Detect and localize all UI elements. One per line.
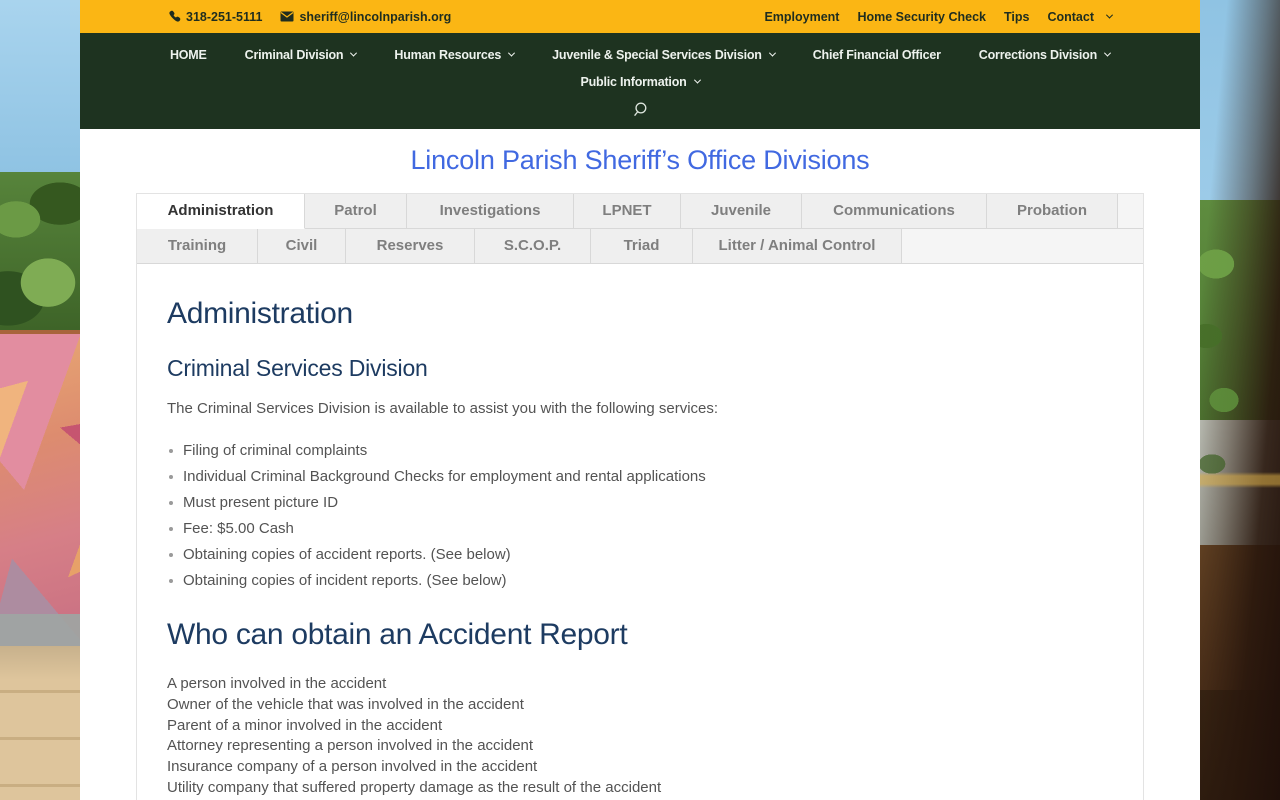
eligibility-line: Insurance company of a person involved i… <box>167 758 538 776</box>
tabs-filler <box>1118 194 1143 229</box>
photo-trees <box>0 172 80 330</box>
tab-scop[interactable]: S.C.O.P. <box>475 229 591 264</box>
photo-mural-wall <box>0 330 80 646</box>
nav-item-public-information[interactable]: Public Information <box>580 74 701 89</box>
service-item: Individual Criminal Background Checks fo… <box>167 464 1113 490</box>
accident-eligibility-list: A person involved in the accident Owner … <box>167 674 1113 800</box>
chevron-down-icon <box>693 76 701 84</box>
section-heading-administration: Administration <box>167 297 353 330</box>
nav-item-corrections-division[interactable]: Corrections Division <box>978 47 1112 62</box>
tab-lpnet[interactable]: LPNET <box>574 194 681 229</box>
section-subheading-criminal-services: Criminal Services Division <box>167 355 428 381</box>
nav-row-primary: HOME Criminal Division Human Resources J… <box>80 41 1200 68</box>
tabs-row-2: Training Civil Reserves S.C.O.P. Triad L… <box>137 229 1143 264</box>
nav-item-chief-financial-officer[interactable]: Chief Financial Officer <box>813 48 941 62</box>
eligibility-line: Parent of a minor involved in the accide… <box>167 716 443 734</box>
eligibility-line: Owner of the vehicle that was involved i… <box>167 695 524 713</box>
nav-item-label: Juvenile & Special Services Division <box>552 47 762 62</box>
nav-row-secondary: Public Information <box>80 68 1200 95</box>
nav-item-home[interactable]: HOME <box>170 48 207 62</box>
email-icon <box>280 11 294 22</box>
email-address: sheriff@lincolnparish.org <box>299 9 452 24</box>
eligibility-line: Attorney representing a person involved … <box>167 737 534 755</box>
tab-investigations[interactable]: Investigations <box>407 194 574 229</box>
tab-content-administration: Administration Criminal Services Divisio… <box>137 264 1143 800</box>
chevron-down-icon <box>768 49 776 57</box>
divisions-panel: Administration Patrol Investigations LPN… <box>136 193 1144 800</box>
tab-training[interactable]: Training <box>137 229 258 264</box>
service-item: Must present picture ID <box>167 490 1113 516</box>
topbar-link-home-security-check[interactable]: Home Security Check <box>857 10 986 24</box>
tab-juvenile[interactable]: Juvenile <box>681 194 802 229</box>
phone-number: 318-251-5111 <box>186 9 263 24</box>
nav-item-label: Human Resources <box>394 47 502 62</box>
service-item: Filing of criminal complaints <box>167 438 1113 464</box>
nav-item-label: Criminal Division <box>244 47 344 62</box>
contact-info-group: 318-251-5111 sheriff@lincolnparish.org <box>168 10 451 24</box>
page-title: Lincoln Parish Sheriff’s Office Division… <box>410 145 870 175</box>
topbar-link-tips[interactable]: Tips <box>1004 10 1029 24</box>
topbar-link-contact-label: Contact <box>1047 9 1094 24</box>
intro-paragraph: The Criminal Services Division is availa… <box>167 400 719 417</box>
topbar-link-contact[interactable]: Contact <box>1047 9 1114 24</box>
tab-civil[interactable]: Civil <box>258 229 346 264</box>
email-link[interactable]: sheriff@lincolnparish.org <box>280 10 451 24</box>
service-item: Fee: $5.00 Cash <box>167 516 1113 542</box>
tabs-row-1: Administration Patrol Investigations LPN… <box>137 194 1143 229</box>
main-navigation: HOME Criminal Division Human Resources J… <box>80 33 1200 129</box>
background-photo-right <box>1200 0 1280 800</box>
nav-item-label: Public Information <box>580 74 687 89</box>
top-bar: 318-251-5111 sheriff@lincolnparish.org E… <box>80 0 1200 33</box>
chevron-down-icon <box>508 49 516 57</box>
tab-patrol[interactable]: Patrol <box>305 194 407 229</box>
phone-icon <box>169 10 181 22</box>
chevron-down-icon <box>1104 49 1112 57</box>
eligibility-line: A person involved in the accident <box>167 675 387 692</box>
nav-item-label: Corrections Division <box>978 47 1098 62</box>
photo-sky <box>0 0 80 172</box>
tab-triad[interactable]: Triad <box>591 229 693 264</box>
tabs-filler <box>902 229 1143 264</box>
nav-item-juvenile-special-services[interactable]: Juvenile & Special Services Division <box>552 47 776 62</box>
nav-item-criminal-division[interactable]: Criminal Division <box>244 47 358 62</box>
site-wrapper: 318-251-5111 sheriff@lincolnparish.org E… <box>80 0 1200 800</box>
tab-communications[interactable]: Communications <box>802 194 987 229</box>
topbar-link-employment[interactable]: Employment <box>764 10 839 24</box>
topbar-menu: Employment Home Security Check Tips Cont… <box>764 9 1114 24</box>
service-item: Obtaining copies of accident reports. (S… <box>167 542 1113 568</box>
photo-pavement <box>0 646 80 800</box>
eligibility-line: Utility company that suffered property d… <box>167 778 662 796</box>
tab-probation[interactable]: Probation <box>987 194 1118 229</box>
service-item: Obtaining copies of incident reports. (S… <box>167 568 1113 594</box>
tab-administration[interactable]: Administration <box>137 194 305 229</box>
chevron-down-icon <box>1105 11 1114 19</box>
page-body: Lincoln Parish Sheriff’s Office Division… <box>80 129 1200 800</box>
tab-reserves[interactable]: Reserves <box>346 229 475 264</box>
nav-item-human-resources[interactable]: Human Resources <box>394 47 516 62</box>
tab-litter-animal-control[interactable]: Litter / Animal Control <box>693 229 902 264</box>
section-heading-accident-report: Who can obtain an Accident Report <box>167 618 628 651</box>
chevron-down-icon <box>350 49 358 57</box>
search-button[interactable] <box>80 97 1200 123</box>
phone-link[interactable]: 318-251-5111 <box>168 10 262 24</box>
background-photo-left <box>0 0 80 800</box>
search-icon <box>634 102 647 116</box>
services-list: Filing of criminal complaints Individual… <box>167 438 1113 594</box>
